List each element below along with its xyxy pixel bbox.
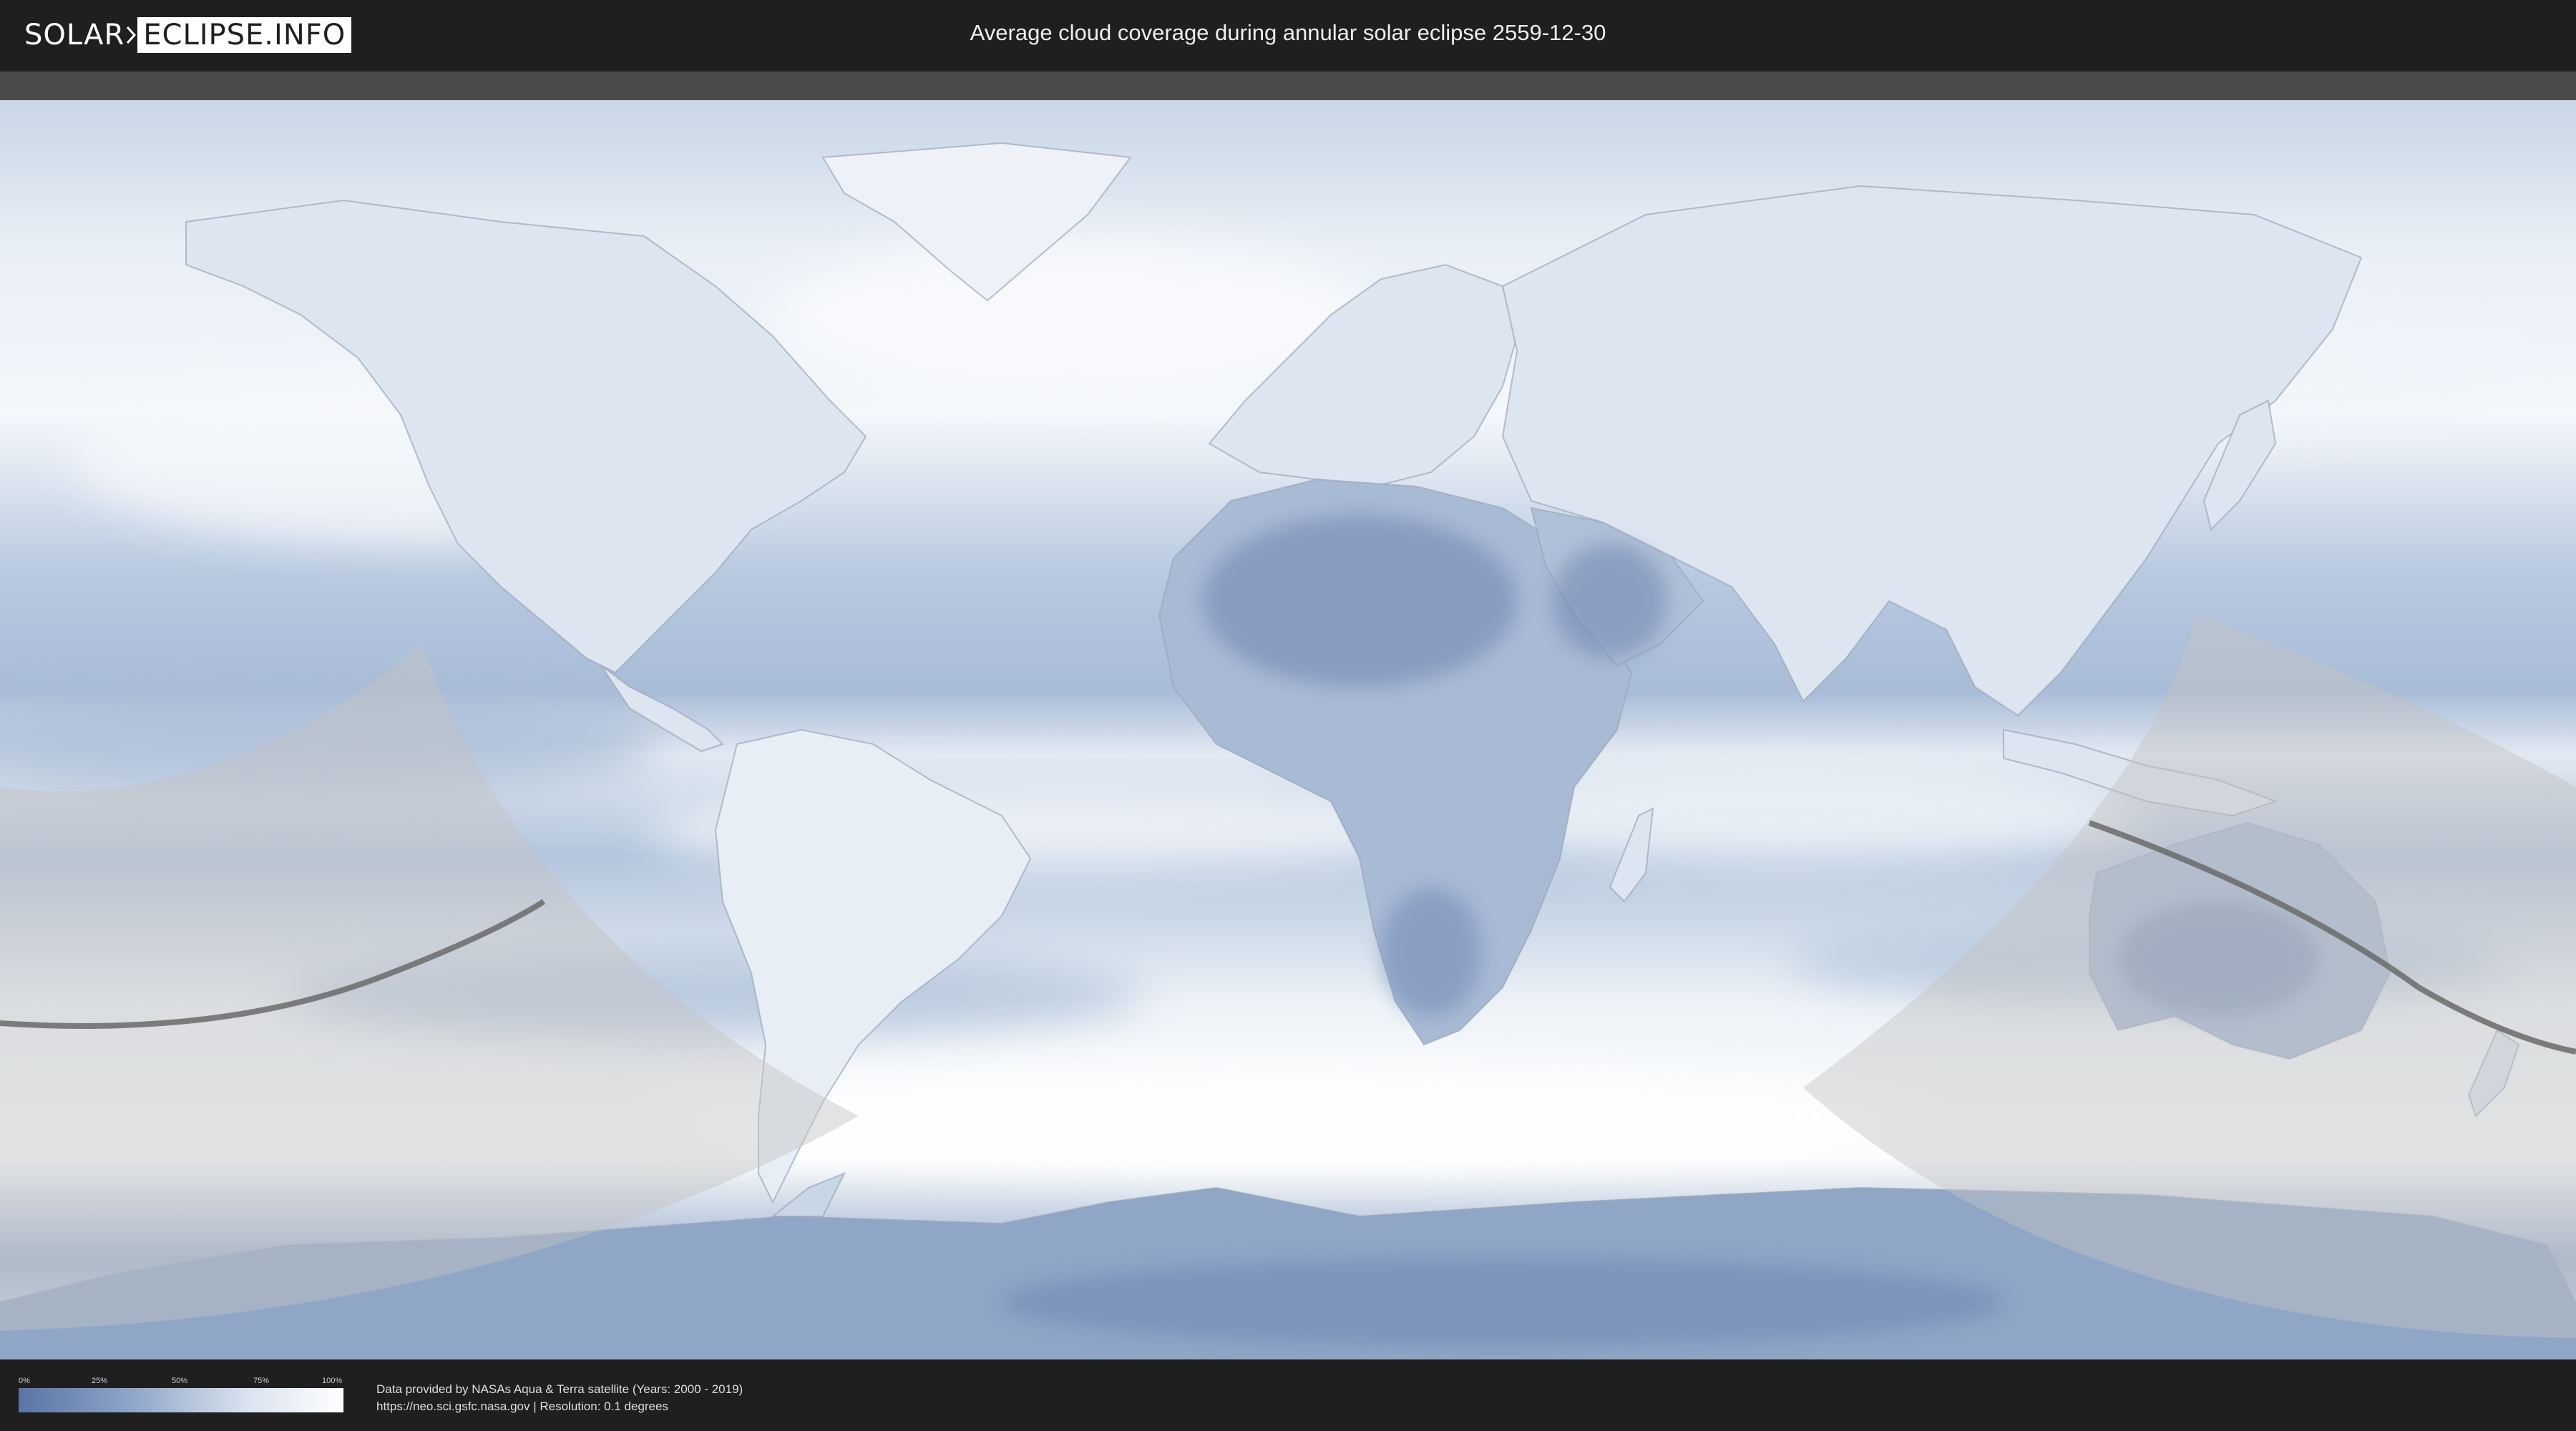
sub-bar — [0, 72, 2576, 100]
credit-line-2[interactable]: https://neo.sci.gsfc.nasa.gov | Resoluti… — [376, 1398, 743, 1415]
legend-color-bar — [19, 1388, 343, 1412]
world-map-canvas — [0, 100, 2576, 1359]
legend-tick-0: 0% — [19, 1377, 30, 1385]
legend-tick-25: 25% — [92, 1377, 108, 1385]
cloud-legend: 0% 25% 50% 75% 100% — [19, 1377, 343, 1412]
page-title: Average cloud coverage during annular so… — [970, 20, 1606, 45]
legend-tick-75: 75% — [253, 1377, 270, 1385]
cloud-coverage-map[interactable] — [0, 100, 2576, 1359]
top-bar: SOLAR ECLIPSE.INFO Average cloud coverag… — [0, 0, 2576, 72]
data-credits: Data provided by NASAs Aqua & Terra sate… — [376, 1381, 743, 1415]
legend-ticks: 0% 25% 50% 75% 100% — [19, 1377, 343, 1387]
legend-tick-50: 50% — [172, 1377, 188, 1385]
bottom-bar: 0% 25% 50% 75% 100% Data provided by NAS… — [0, 1359, 2576, 1431]
legend-tick-100: 100% — [322, 1377, 343, 1385]
credit-line-1: Data provided by NASAs Aqua & Terra sate… — [376, 1382, 743, 1396]
